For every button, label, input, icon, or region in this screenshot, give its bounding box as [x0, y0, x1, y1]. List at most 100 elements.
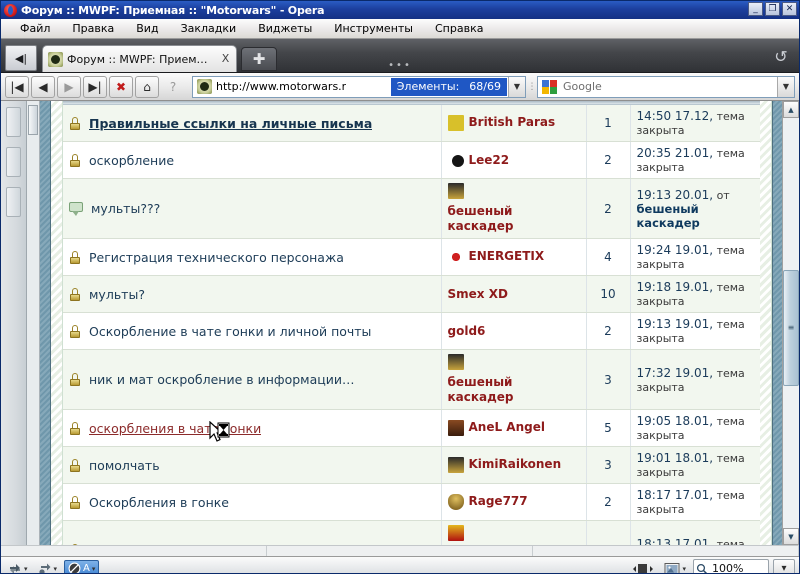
close-button[interactable]: ✕ [782, 2, 797, 16]
table-row[interactable]: оскорбления в чате гонки AneL Angel 5 19… [63, 409, 760, 447]
rewind-button[interactable]: |◀ [5, 75, 29, 98]
hscroll-segment-3[interactable] [533, 546, 799, 556]
topic-title-cell[interactable]: Оскорбления в гонке [63, 483, 441, 521]
search-dropdown-icon[interactable]: ▼ [777, 76, 794, 97]
author-name[interactable]: KimiRaikonen [469, 457, 562, 472]
table-row[interactable]: Оскорбления в гонке Rage777 2 18:17 17.0… [63, 483, 760, 521]
block-content-caret-icon[interactable]: ▾ [92, 565, 96, 573]
toolbar-grip-handle[interactable]: ⋮ [528, 77, 537, 97]
lock-icon [69, 250, 81, 264]
hscroll-segment-2[interactable] [267, 546, 533, 556]
sync-caret-icon[interactable]: ▾ [54, 565, 58, 573]
topic-title-link[interactable]: мульты? [89, 287, 145, 302]
address-bar[interactable]: http://www.motorwars.r Элементы: 68/69 ▼ [192, 75, 526, 98]
author-name[interactable]: бешеный каскадер [448, 204, 580, 234]
forward-button[interactable]: ▶ [57, 75, 81, 98]
topic-title-link[interactable]: Не мульты ли? [89, 543, 186, 545]
scrollbar-thumb[interactable]: ≡ [783, 270, 799, 386]
search-input[interactable]: Google [563, 80, 602, 93]
menu-item-tools[interactable]: Инструменты [323, 20, 424, 37]
tab-bar-resize-handle[interactable]: ••• [388, 60, 412, 71]
topic-title-link[interactable]: Оскорбление в чате гонки и личной почты [89, 324, 371, 339]
table-row[interactable]: помолчать KimiRaikonen 3 19:01 18.01, те… [63, 446, 760, 484]
menu-item-edit[interactable]: Правка [61, 20, 125, 37]
topic-title-link[interactable]: помолчать [89, 458, 160, 473]
hscroll-segment-1[interactable] [1, 546, 267, 556]
trash-can-icon[interactable]: ↺ [769, 44, 793, 68]
zoom-control[interactable]: 100% [693, 559, 769, 573]
search-bar[interactable]: Google ▼ [537, 75, 795, 98]
scrollbar-track[interactable]: ≡ [783, 118, 799, 528]
browser-tab[interactable]: Форум :: MWPF: Прием… X [42, 45, 237, 72]
topic-title-cell[interactable]: мульты??? [63, 178, 441, 239]
topic-title-cell[interactable]: оскорбление [63, 141, 441, 179]
sync-icon[interactable]: ▾ [35, 560, 61, 573]
page-vertical-scrollbar[interactable]: ▲ ≡ ▼ [782, 101, 799, 545]
menu-item-file[interactable]: Файл [9, 20, 61, 37]
stop-button[interactable]: ✖ [109, 75, 133, 98]
panel-tab-1[interactable] [6, 107, 21, 137]
topic-title-link[interactable]: мульты??? [91, 201, 160, 216]
topic-title-cell[interactable]: оскорбления в чате гонки [63, 409, 441, 447]
table-row[interactable]: Регистрация технического персонажа ENERG… [63, 238, 760, 276]
table-row[interactable]: оскорбление Lee22 2 20:35 21.01, тема за… [63, 141, 760, 179]
table-row[interactable]: Не мульты ли? Антон-хрен-попадешь 2 18:1… [63, 520, 760, 545]
home-button[interactable]: ⌂ [135, 75, 159, 98]
topic-title-link[interactable]: Правильные ссылки на личные письма [89, 116, 372, 131]
topic-title-cell[interactable]: Регистрация технического персонажа [63, 238, 441, 276]
topic-title-link-hovered[interactable]: оскорбления в чате гонки [89, 421, 261, 436]
address-dropdown-icon[interactable]: ▼ [508, 76, 525, 97]
block-content-button[interactable]: A ▾ [64, 559, 100, 573]
author-name[interactable]: British Paras [469, 115, 556, 130]
topic-title-cell[interactable]: ник и мат оскробление в информации… [63, 349, 441, 410]
table-row[interactable]: мульты??? бешеный каскадер 2 19:13 20.01… [63, 178, 760, 239]
table-row[interactable]: мульты? Smex XD 10 19:18 19.01, тема зак… [63, 275, 760, 313]
topic-title-cell[interactable]: Правильные ссылки на личные письма [63, 105, 441, 142]
table-row[interactable]: ник и мат оскробление в информации… беше… [63, 349, 760, 410]
fit-width-icon[interactable] [629, 560, 657, 573]
author-name[interactable]: ENERGETIX [469, 249, 545, 264]
back-button[interactable]: ◀ [31, 75, 55, 98]
topic-title-cell[interactable]: помолчать [63, 446, 441, 484]
topic-title-cell[interactable]: мульты? [63, 275, 441, 313]
minimize-button[interactable]: _ [748, 2, 763, 16]
menu-item-widgets[interactable]: Виджеты [247, 20, 323, 37]
scroll-down-icon[interactable]: ▼ [783, 528, 799, 545]
panel-tab-2[interactable] [6, 147, 21, 177]
transfer-caret-icon[interactable]: ▾ [24, 565, 28, 573]
author-name[interactable]: Smex XD [448, 287, 508, 302]
fast-forward-button[interactable]: ▶| [83, 75, 107, 98]
images-icon[interactable]: ▾ [661, 560, 689, 573]
topic-title-cell[interactable]: Оскорбление в чате гонки и личной почты [63, 312, 441, 350]
zoom-dropdown-icon[interactable]: ▾ [773, 559, 795, 573]
author-name[interactable]: бешеный каскадер [448, 375, 580, 405]
topic-title-link[interactable]: Регистрация технического персонажа [89, 250, 344, 265]
transfer-icon[interactable]: ▾ [5, 560, 31, 573]
author-name[interactable]: Rage777 [469, 494, 528, 509]
topic-title-link[interactable]: ник и мат оскробление в информации… [89, 372, 355, 387]
images-caret-icon[interactable]: ▾ [682, 565, 686, 573]
page-horizontal-scrollbar[interactable] [1, 545, 799, 556]
opera-side-panel[interactable] [1, 101, 27, 545]
table-row[interactable]: Оскорбление в чате гонки и личной почты … [63, 312, 760, 350]
panel-scrollbar[interactable] [27, 101, 40, 545]
new-tab-button[interactable]: ✚ [241, 47, 277, 71]
menu-item-help[interactable]: Справка [424, 20, 494, 37]
author-name[interactable]: gold6 [448, 324, 486, 339]
table-row[interactable]: Правильные ссылки на личные письма Briti… [63, 105, 760, 142]
panel-scrollbar-thumb[interactable] [28, 105, 38, 135]
scroll-up-icon[interactable]: ▲ [783, 101, 799, 118]
menu-item-view[interactable]: Вид [125, 20, 169, 37]
restore-button[interactable]: ❐ [765, 2, 780, 16]
page-info-icon[interactable]: ? [161, 76, 185, 98]
panel-toggle-button[interactable]: ◀| [5, 45, 37, 71]
author-name[interactable]: AneL Angel [469, 420, 545, 435]
last-post-author[interactable]: бешеный каскадер [637, 202, 700, 230]
topic-title-cell[interactable]: Не мульты ли? [63, 520, 441, 545]
topic-title-link[interactable]: оскорбление [89, 153, 174, 168]
panel-tab-3[interactable] [6, 187, 21, 217]
menu-item-bookmarks[interactable]: Закладки [170, 20, 248, 37]
author-name[interactable]: Lee22 [469, 153, 510, 168]
tab-close-icon[interactable]: X [219, 52, 232, 66]
topic-title-link[interactable]: Оскорбления в гонке [89, 495, 229, 510]
